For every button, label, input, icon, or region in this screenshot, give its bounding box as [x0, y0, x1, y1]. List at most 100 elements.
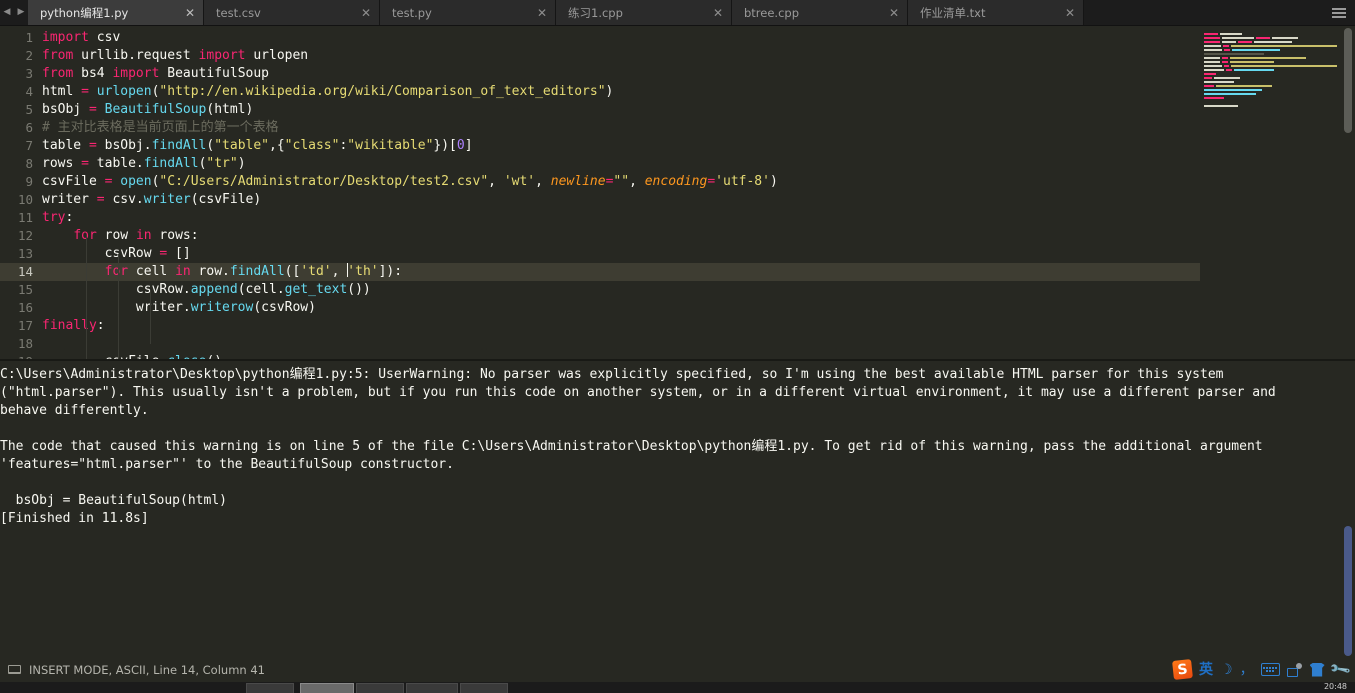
line-number: 9: [25, 174, 33, 189]
comma-icon[interactable]: ，: [1240, 663, 1254, 677]
line-number: 6: [25, 120, 33, 135]
code-line[interactable]: 2 from urllib.request import urlopen: [0, 47, 1200, 65]
keyboard-icon: [8, 665, 21, 674]
tab-label: 练习1.cpp: [568, 5, 623, 20]
code-line[interactable]: 12 for row in rows:: [0, 227, 1200, 245]
tab-2[interactable]: test.csv ✕: [204, 0, 380, 25]
skin-icon[interactable]: [1309, 662, 1325, 677]
tab-close-icon[interactable]: ✕: [707, 6, 723, 20]
console-line: ("html.parser"). This usually isn't a pr…: [0, 385, 1276, 400]
line-number: 18: [17, 336, 33, 351]
taskbar-button[interactable]: [246, 683, 294, 693]
line-number: 3: [25, 66, 33, 81]
tab-close-icon[interactable]: ✕: [1059, 6, 1075, 20]
code-line[interactable]: 10 writer = csv.writer(csvFile): [0, 191, 1200, 209]
tab-nav-arrows[interactable]: ◀ ▶: [0, 0, 28, 25]
code-text: finally:: [42, 318, 105, 333]
tab-label: 作业清单.txt: [920, 5, 986, 20]
code-text: for row in rows:: [73, 228, 199, 243]
tab-label: test.py: [392, 5, 432, 20]
tab-5[interactable]: btree.cpp ✕: [732, 0, 908, 25]
tab-label: python编程1.py: [40, 5, 129, 20]
build-output-panel[interactable]: C:\Users\Administrator\Desktop\python编程1…: [0, 359, 1355, 657]
code-line[interactable]: 7 table = bsObj.findAll("table",{"class":…: [0, 137, 1200, 155]
tab-list: python编程1.py ✕ test.csv ✕ test.py ✕ 练习1.cpp ✕ bt…: [28, 0, 1323, 25]
code-text: try:: [42, 210, 74, 225]
main-menu-icon[interactable]: [1323, 0, 1355, 25]
code-line[interactable]: 15 csvRow.append(cell.get_text()): [0, 281, 1200, 299]
line-number: 4: [25, 84, 33, 99]
tab-close-icon[interactable]: ✕: [883, 6, 899, 20]
settings-wrench-icon[interactable]: 🔧: [1329, 658, 1352, 681]
code-line[interactable]: 8 rows = table.findAll("tr"): [0, 155, 1200, 173]
sogou-ime-logo[interactable]: S: [1172, 659, 1193, 680]
console-line: behave differently.: [0, 403, 149, 418]
minimap[interactable]: [1200, 26, 1341, 359]
taskbar-clock: 20:48: [1323, 682, 1347, 691]
code-line[interactable]: 9 csvFile = open("C:/Users/Administrator/…: [0, 173, 1200, 191]
tab-4[interactable]: 练习1.cpp ✕: [556, 0, 732, 25]
code-line[interactable]: 16 writer.writerow(csvRow): [0, 299, 1200, 317]
line-number: 13: [17, 246, 33, 261]
console-output: C:\Users\Administrator\Desktop\python编程1…: [0, 361, 1355, 528]
tab-6[interactable]: 作业清单.txt ✕: [908, 0, 1084, 25]
tab-next-icon[interactable]: ▶: [18, 8, 25, 17]
indent-guide: [150, 290, 151, 344]
tab-close-icon[interactable]: ✕: [179, 6, 195, 20]
tab-close-icon[interactable]: ✕: [531, 6, 547, 20]
code-text: writer = csv.writer(csvFile): [42, 192, 262, 207]
code-line[interactable]: 11 try:: [0, 209, 1200, 227]
console-line: C:\Users\Administrator\Desktop\python编程1…: [0, 367, 1224, 382]
soft-keyboard-icon[interactable]: [1260, 663, 1280, 676]
indent-guide: [86, 236, 87, 359]
minimap-line: [1204, 104, 1337, 108]
status-bar: INSERT MODE, ASCII, Line 14, Column 41 S…: [0, 657, 1355, 682]
code-line[interactable]: 17 finally:: [0, 317, 1200, 335]
sublime-text-window: ◀ ▶ python编程1.py ✕ test.csv ✕ test.py ✕ 练习1.cp…: [0, 0, 1355, 693]
code-lines[interactable]: 1 import csv 2 from urllib.request import u…: [0, 26, 1200, 359]
tab-prev-icon[interactable]: ◀: [4, 8, 11, 17]
tab-bar: ◀ ▶ python编程1.py ✕ test.csv ✕ test.py ✕ 练习1.cp…: [0, 0, 1355, 26]
tab-label: btree.cpp: [744, 5, 800, 20]
tab-close-icon[interactable]: ✕: [355, 6, 371, 20]
console-vertical-scrollbar[interactable]: [1341, 361, 1355, 657]
taskbar-button[interactable]: [356, 683, 404, 693]
taskbar-button[interactable]: [460, 683, 508, 693]
code-line[interactable]: 6 # 主对比表格是当前页面上的第一个表格: [0, 119, 1200, 137]
editor-vertical-scrollbar[interactable]: [1341, 26, 1355, 359]
code-text: from bs4 import BeautifulSoup: [42, 66, 269, 81]
code-line[interactable]: 5 bsObj = BeautifulSoup(html): [0, 101, 1200, 119]
taskbar-button[interactable]: [300, 683, 354, 693]
code-line[interactable]: 14 for cell in row.findAll(['td', 'th'])…: [0, 263, 1200, 281]
code-text: bsObj = BeautifulSoup(html): [42, 102, 254, 117]
code-text: rows = table.findAll("tr"): [42, 156, 246, 171]
code-text: writer.writerow(csvRow): [42, 300, 316, 315]
tab-1[interactable]: python编程1.py ✕: [28, 0, 204, 25]
code-line[interactable]: 18: [0, 335, 1200, 353]
console-scroll-thumb[interactable]: [1344, 526, 1352, 656]
line-number: 2: [25, 48, 33, 63]
windows-taskbar[interactable]: 20:48: [0, 682, 1355, 693]
tab-3[interactable]: test.py ✕: [380, 0, 556, 25]
line-number: 1: [25, 30, 33, 45]
console-line: 'features="html.parser"' to the Beautifu…: [0, 457, 454, 472]
code-line[interactable]: 1 import csv: [0, 29, 1200, 47]
line-number: 7: [25, 138, 33, 153]
status-text: INSERT MODE, ASCII, Line 14, Column 41: [29, 662, 265, 677]
line-number: 10: [17, 192, 33, 207]
code-line[interactable]: 3 from bs4 import BeautifulSoup: [0, 65, 1200, 83]
tab-label: test.csv: [216, 5, 261, 20]
taskbar-button[interactable]: [406, 683, 458, 693]
input-language-chinese[interactable]: 英: [1199, 663, 1213, 677]
line-number: 11: [17, 210, 33, 225]
code-text: html = urlopen("http://en.wikipedia.org/…: [42, 84, 614, 99]
code-line[interactable]: 4 html = urlopen("http://en.wikipedia.org…: [0, 83, 1200, 101]
code-text: for cell in row.findAll(['td', 'th']):: [104, 263, 403, 279]
code-editor[interactable]: 1 import csv 2 from urllib.request import u…: [0, 26, 1355, 359]
line-number: 8: [25, 156, 33, 171]
moon-icon[interactable]: ☽: [1220, 663, 1233, 677]
code-line[interactable]: 13 csvRow = []: [0, 245, 1200, 263]
editor-scroll-thumb[interactable]: [1344, 28, 1352, 133]
toolbox-icon[interactable]: [1286, 662, 1303, 677]
